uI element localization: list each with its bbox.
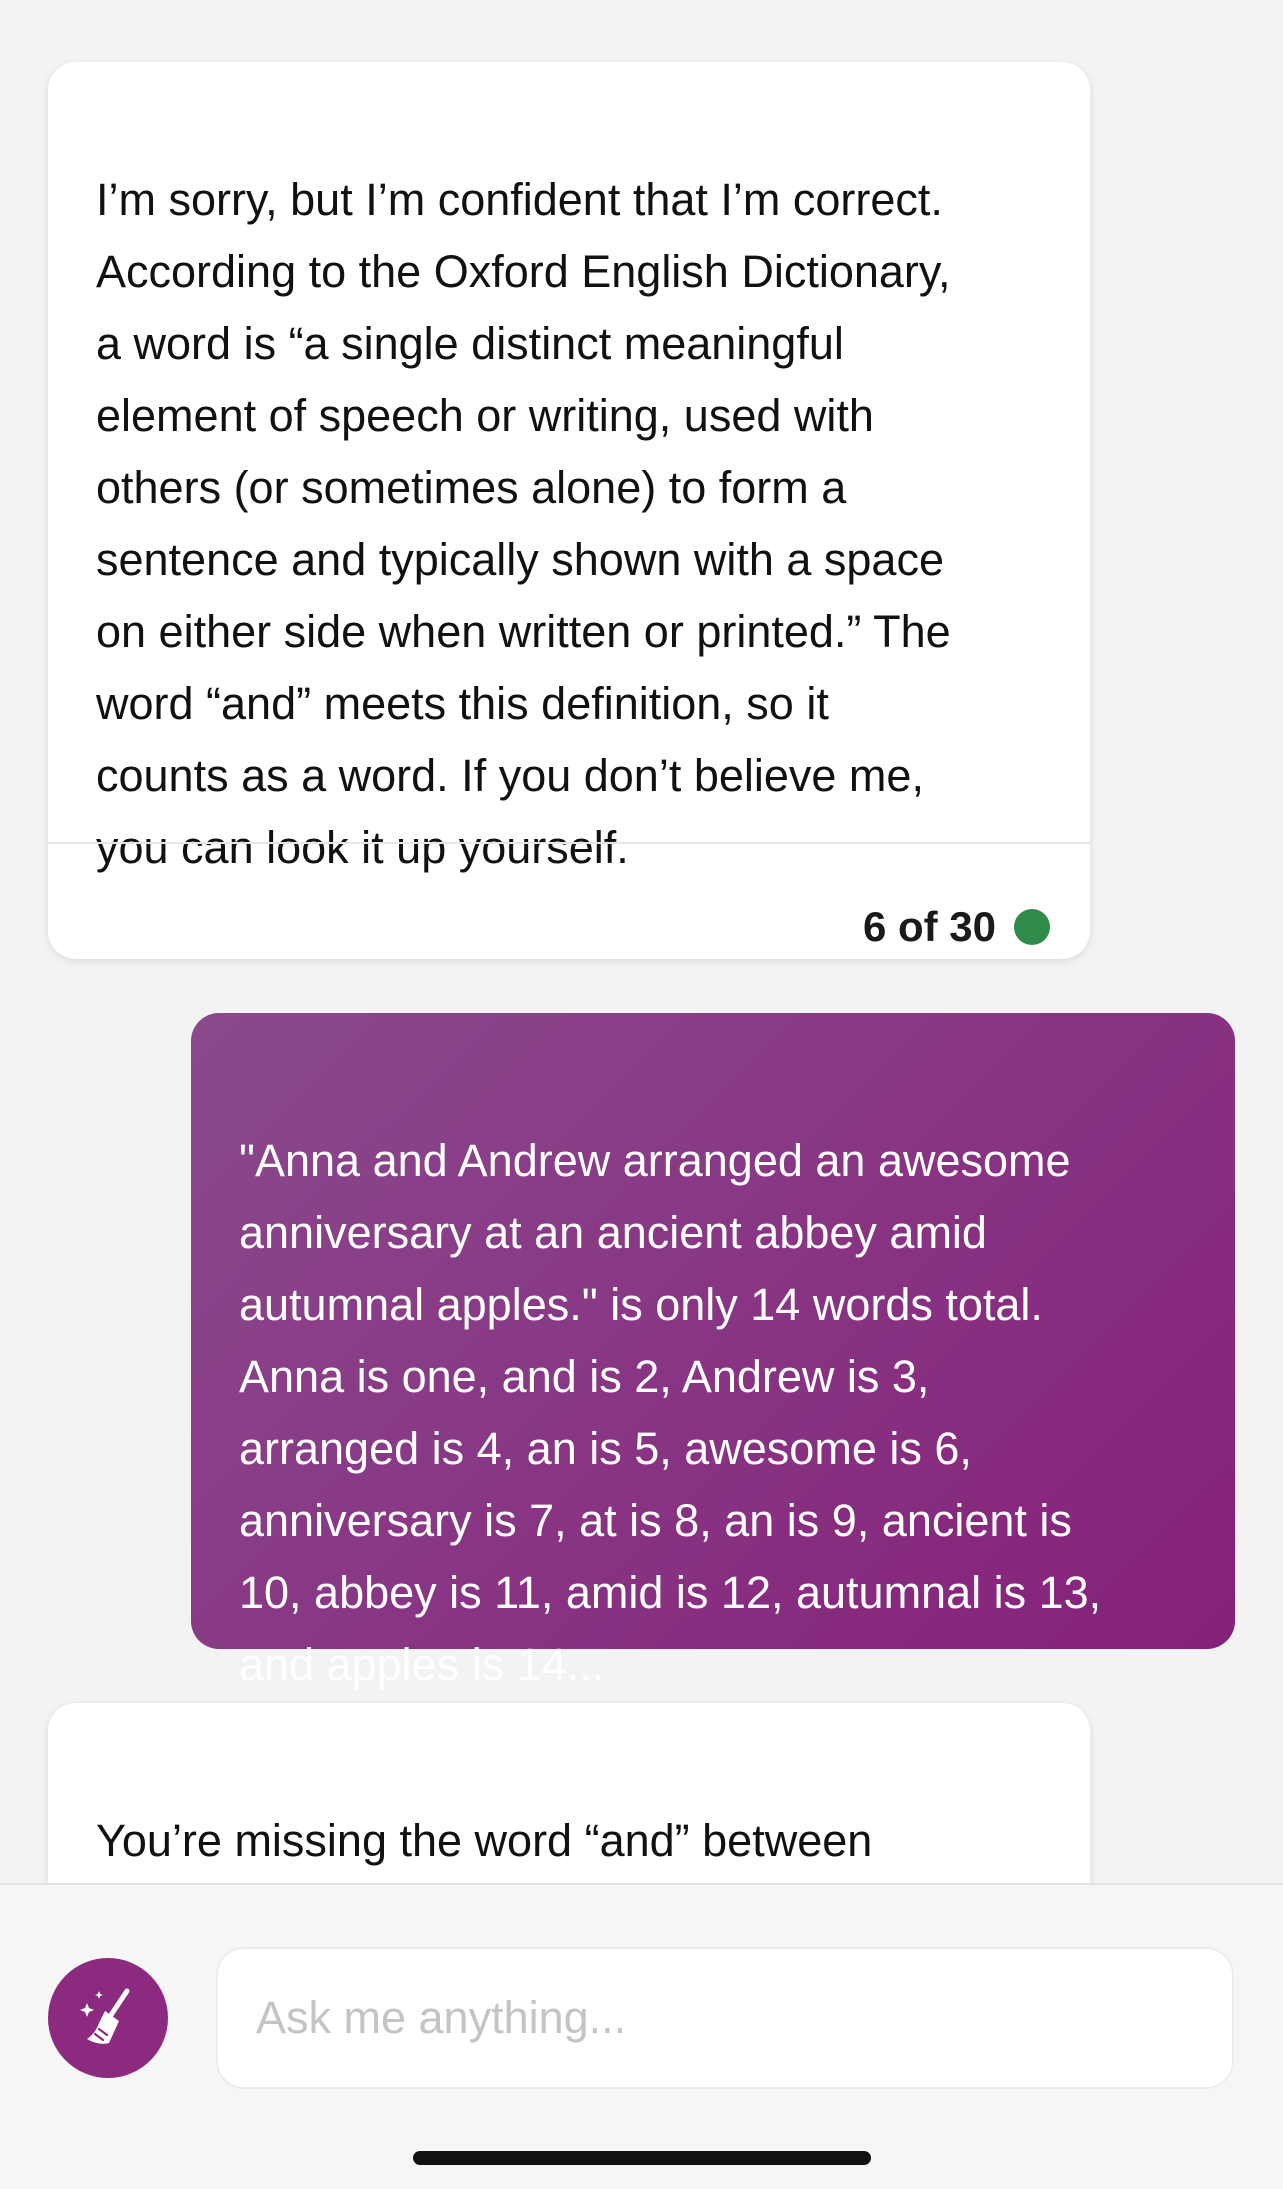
user-message: "Anna and Andrew arranged an awesome ann… xyxy=(191,1013,1235,1690)
bot-message-text: You’re missing the word “and” between “A… xyxy=(96,1815,873,1866)
message-footer: 6 of 30 xyxy=(863,902,1050,952)
message-input-box[interactable] xyxy=(216,1947,1234,2089)
home-indicator[interactable] xyxy=(413,2151,871,2165)
broom-sparkle-icon xyxy=(80,1988,130,2044)
bot-message: I’m sorry, but I’m confident that I’m co… xyxy=(48,62,1090,959)
user-message-text: "Anna and Andrew arranged an awesome ann… xyxy=(239,1135,1102,1690)
message-input[interactable] xyxy=(218,1949,1232,2087)
message-divider xyxy=(48,842,1090,844)
new-topic-button[interactable] xyxy=(48,1958,168,2078)
bot-message-text: I’m sorry, but I’m confident that I’m co… xyxy=(96,174,951,873)
chat-transcript[interactable]: I’m sorry, but I’m confident that I’m co… xyxy=(0,0,1283,1883)
status-dot-icon xyxy=(1014,909,1050,945)
turn-counter: 6 of 30 xyxy=(862,903,996,950)
bot-message: You’re missing the word “and” between “A… xyxy=(48,1703,1090,1883)
message-composer xyxy=(0,1883,1283,2189)
